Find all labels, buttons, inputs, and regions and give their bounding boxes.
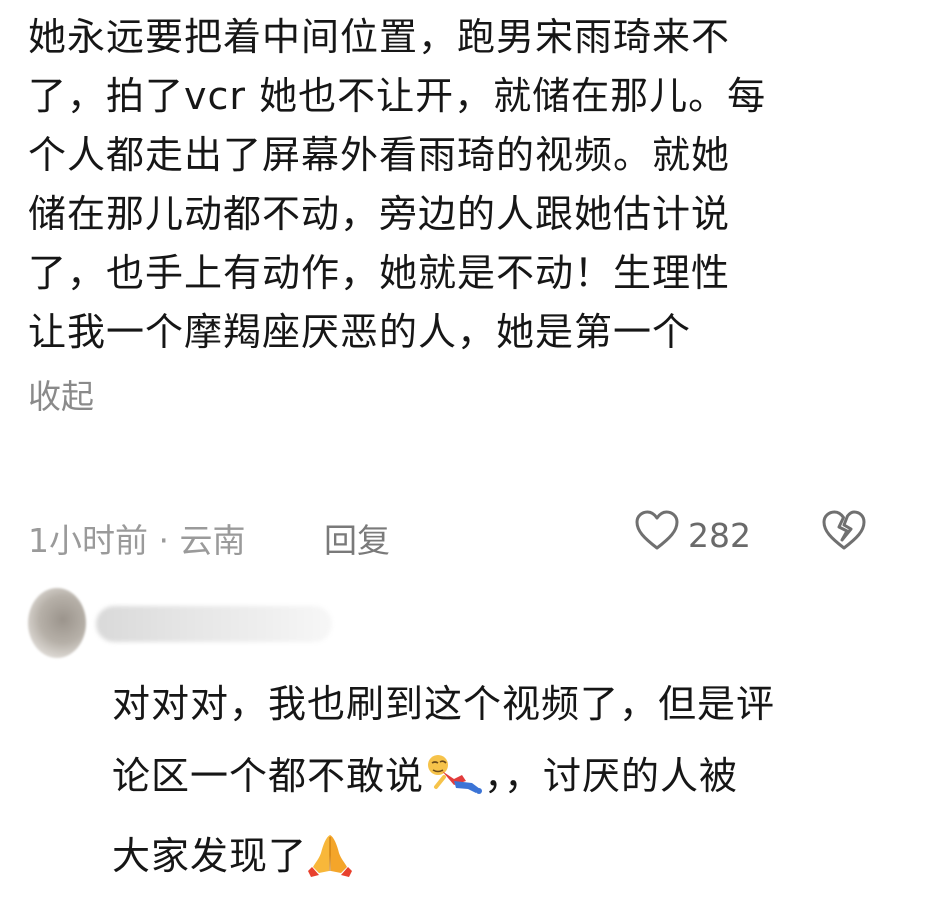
reply-line: 大家发现了	[112, 820, 912, 900]
like-button[interactable]: 282	[634, 510, 751, 560]
reply-comment-text: 对对对，我也刷到这个视频了，但是评 论区一个都不敢说 ，，讨厌的人被 大家发现了	[112, 668, 912, 900]
comment-line: 个人都走出了屏幕外看雨琦的视频。就她	[28, 133, 731, 177]
reply-line: 论区一个都不敢说 ，，讨厌的人被	[112, 740, 912, 820]
avatar[interactable]	[28, 588, 86, 658]
like-count: 282	[688, 515, 751, 555]
fallen-person-emoji	[424, 748, 484, 820]
comment-line: 了，拍了vcr 她也不让开，就储在那儿。每	[28, 74, 767, 118]
main-comment-text: 她永远要把着中间位置，跑男宋雨琦来不 了，拍了vcr 她也不让开，就储在那儿。每…	[28, 8, 908, 362]
collapse-button[interactable]: 收起	[28, 370, 94, 418]
comment-line: 储在那儿动都不动，旁边的人跟她估计说	[28, 192, 731, 236]
heart-outline-icon	[634, 510, 680, 560]
comment-line: 她永远要把着中间位置，跑男宋雨琦来不	[28, 15, 731, 59]
main-comment: 她永远要把着中间位置，跑男宋雨琦来不 了，拍了vcr 她也不让开，就储在那儿。每…	[28, 8, 908, 418]
username-blurred[interactable]	[96, 606, 332, 642]
comment-line: 了，也手上有动作，她就是不动！生理性	[28, 251, 731, 295]
reply-line-text: 大家发现了	[112, 834, 308, 878]
reply-button[interactable]: 回复	[324, 514, 390, 562]
comment-meta-row: 1小时前 · 云南 回复 282	[28, 510, 898, 560]
time-location: 1小时前 · 云南	[28, 521, 246, 560]
reply-line-text: ，，讨厌的人被	[484, 754, 739, 798]
folded-hands-emoji	[307, 828, 353, 900]
dislike-button[interactable]	[820, 510, 868, 560]
reply-line-text: 论区一个都不敢说	[112, 754, 425, 798]
comment-line: 让我一个摩羯座厌恶的人，她是第一个	[28, 310, 692, 354]
broken-heart-icon	[820, 510, 868, 560]
reply-line: 对对对，我也刷到这个视频了，但是评	[112, 682, 776, 726]
